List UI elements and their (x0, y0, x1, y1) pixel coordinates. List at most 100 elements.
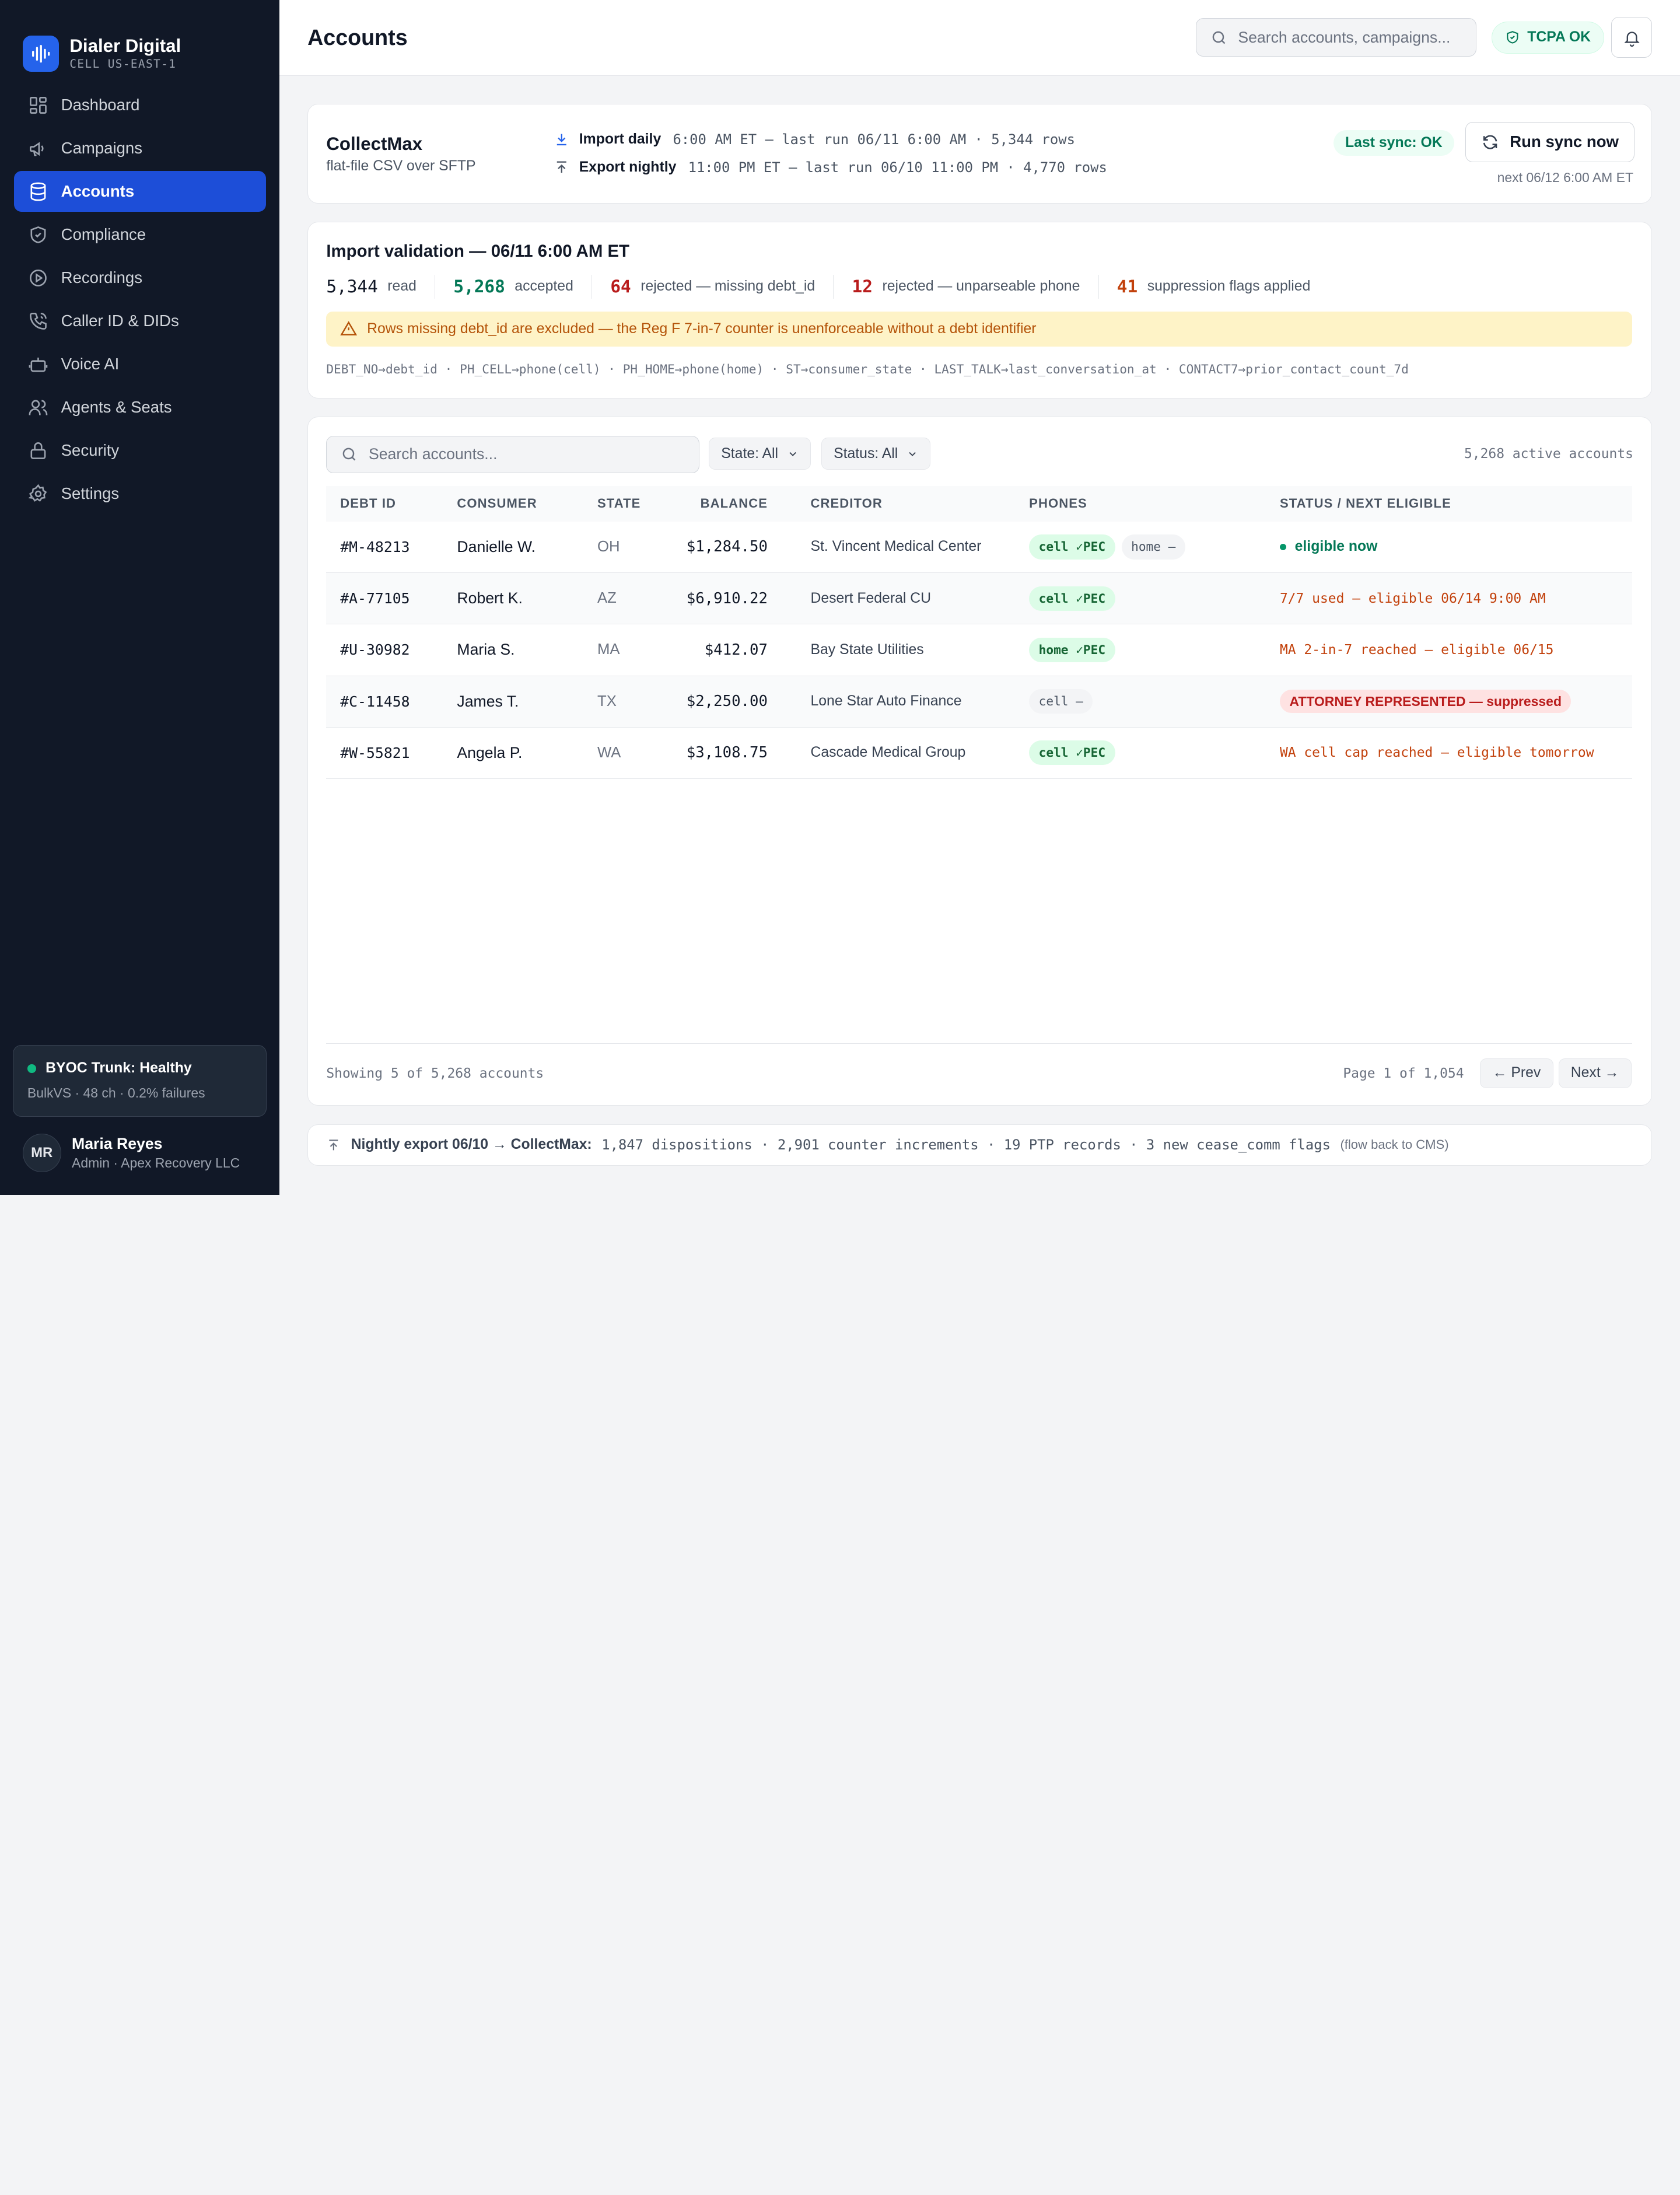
cell-balance: $3,108.75 (686, 744, 768, 762)
run-sync-label: Run sync now (1510, 132, 1619, 151)
cell-state: AZ (597, 590, 617, 607)
status-eligible: eligible now (1279, 539, 1618, 555)
global-search-placeholder: Search accounts, campaigns... (1238, 28, 1451, 46)
sidebar-item-campaigns[interactable]: Campaigns (14, 128, 266, 169)
sidebar-item-label: Voice AI (61, 354, 120, 373)
cell-debt-id[interactable]: #M-48213 (326, 522, 443, 573)
brand-title: Dialer Digital (69, 35, 181, 56)
warning-triangle-icon (340, 321, 358, 335)
cell-phones: cell ✓PEC home — (1015, 522, 1266, 573)
sidebar-item-recordings[interactable]: Recordings (14, 257, 266, 298)
state-filter-label: State: All (721, 445, 779, 462)
sidebar-item-dashboard[interactable]: Dashboard (14, 85, 266, 125)
table-row[interactable]: #U-30982 Maria S. MA $412.07 Bay State Utili… (326, 624, 1633, 676)
cell-debt-id[interactable]: #W-55821 (326, 727, 443, 778)
column-header-debt-id[interactable]: DEBT ID (326, 486, 443, 522)
sidebar-item-security[interactable]: Security (14, 430, 266, 471)
search-icon (1212, 31, 1225, 44)
status-filter-label: Status: All (834, 445, 898, 462)
cell-consumer: Angela P. (457, 743, 523, 761)
lock-icon (30, 442, 46, 459)
column-header-phones[interactable]: PHONES (1015, 486, 1266, 522)
status-text: 7/7 used — eligible 06/14 9:00 AM (1279, 590, 1546, 606)
stat-rejected-phone[interactable]: 12 rejected — unparseable phone (852, 275, 1099, 299)
import-detail: 6:00 AM ET — last run 06/11 6:00 AM · 5,… (673, 131, 1075, 148)
users-icon (29, 400, 48, 415)
column-header-state[interactable]: STATE (583, 486, 667, 522)
user-profile[interactable]: MR Maria Reyes Admin · Apex Recovery LLC (22, 1134, 240, 1173)
upload-icon (329, 1139, 338, 1151)
cell-balance: $1,284.50 (686, 538, 768, 556)
cell-phones: cell ✓PEC (1015, 573, 1266, 624)
run-sync-button[interactable]: Run sync now (1465, 121, 1634, 163)
stat-read: 5,344 read (326, 275, 436, 299)
search-icon (342, 448, 356, 461)
sidebar-item-label: Campaigns (61, 138, 143, 157)
sidebar-item-caller-id[interactable]: Caller ID & DIDs (14, 300, 266, 341)
stat-value: 64 (610, 277, 631, 297)
accounts-table: DEBT ID CONSUMER STATE BALANCE CREDITOR … (326, 485, 1633, 779)
export-summary-label: Nightly export 06/10 → CollectMax: (351, 1137, 592, 1153)
phone-icon (29, 312, 47, 330)
column-header-consumer[interactable]: CONSUMER (443, 486, 584, 522)
shield-check-icon (1506, 31, 1518, 44)
next-run-time: next 06/12 6:00 AM ET (1497, 170, 1633, 186)
megaphone-icon (29, 141, 44, 156)
field-mapping: DEBT_NO→debt_id · PH_CELL→phone(cell) · … (326, 361, 1409, 376)
tcpa-status-badge[interactable]: TCPA OK (1491, 21, 1605, 54)
avatar: MR (22, 1134, 61, 1173)
status-dot-icon (27, 1064, 36, 1073)
column-header-creditor[interactable]: CREDITOR (782, 486, 1015, 522)
sidebar-item-accounts[interactable]: Accounts (13, 171, 266, 212)
sidebar-nav: Dashboard Campaigns Accounts Compliance … (0, 85, 279, 516)
stat-suppression-flags[interactable]: 41 suppression flags applied (1117, 275, 1329, 298)
state-filter-dropdown[interactable]: State: All (709, 438, 811, 470)
next-page-button[interactable]: Next → (1558, 1058, 1632, 1089)
user-name: Maria Reyes (72, 1135, 163, 1153)
column-header-balance[interactable]: BALANCE (667, 486, 782, 522)
cell-status: eligible now (1266, 522, 1632, 573)
sidebar-item-voice-ai[interactable]: Voice AI (14, 344, 266, 385)
trunk-status-label: BYOC Trunk: Healthy (46, 1060, 192, 1076)
table-row[interactable]: #W-55821 Angela P. WA $3,108.75 Cascade Medi… (326, 727, 1633, 779)
cell-creditor: Desert Federal CU (810, 590, 932, 606)
sidebar-item-settings[interactable]: Settings (14, 473, 266, 514)
prev-page-button[interactable]: ← Prev (1480, 1058, 1553, 1089)
table-row[interactable]: #M-48213 Danielle W. OH $1,284.50 St. Vincen… (326, 522, 1633, 573)
grid-icon (29, 96, 47, 114)
stat-rejected-debt-id[interactable]: 64 rejected — missing debt_id (610, 275, 834, 299)
column-header-status[interactable]: STATUS / NEXT ELIGIBLE (1266, 486, 1632, 522)
user-role: Admin · Apex Recovery LLC (72, 1155, 240, 1171)
cell-state: OH (597, 538, 620, 555)
accounts-search-input[interactable]: Search accounts... (326, 435, 699, 473)
brand[interactable]: Dialer Digital CELL US-EAST-1 (0, 0, 279, 83)
main-area: Accounts Search accounts, campaigns... T… (279, 0, 1680, 1195)
shield-check-icon (30, 226, 46, 243)
cell-phones: cell ✓PEC (1015, 727, 1266, 778)
active-accounts-count: 5,268 active accounts (1464, 446, 1633, 462)
global-search-input[interactable]: Search accounts, campaigns... (1195, 18, 1476, 57)
trunk-status-title: BYOC Trunk: Healthy (27, 1060, 253, 1076)
status-filter-dropdown[interactable]: Status: All (821, 438, 931, 470)
notifications-button[interactable] (1611, 17, 1653, 58)
accounts-table-card: Search accounts... State: All Status: Al… (307, 417, 1653, 1106)
trunk-status-card[interactable]: BYOC Trunk: Healthy BulkVS · 48 ch · 0.2… (13, 1044, 267, 1117)
cell-debt-id[interactable]: #A-77105 (326, 573, 443, 624)
export-label: Export nightly (579, 159, 677, 175)
cell-debt-id[interactable]: #C-11458 (326, 676, 443, 727)
table-row[interactable]: #A-77105 Robert K. AZ $6,910.22 Desert Feder… (326, 572, 1633, 624)
cell-debt-id[interactable]: #U-30982 (326, 624, 443, 676)
table-row[interactable]: #C-11458 James T. TX $2,250.00 Lone Star Aut… (326, 676, 1633, 728)
sidebar-item-compliance[interactable]: Compliance (14, 214, 266, 255)
upload-icon (556, 161, 566, 173)
chevron-down-icon (909, 452, 916, 456)
cms-transport: flat-file CSV over SFTP (326, 158, 476, 174)
stat-value: 12 (852, 277, 873, 297)
stat-value: 5,268 (453, 277, 505, 297)
export-summary-note: (flow back to CMS) (1340, 1137, 1449, 1152)
cell-state: WA (597, 744, 621, 761)
sidebar-item-label: Security (61, 441, 120, 459)
sidebar-item-agents-seats[interactable]: Agents & Seats (14, 387, 266, 428)
status-text: MA 2-in-7 reached — eligible 06/15 (1279, 642, 1554, 658)
stat-label: accepted (514, 278, 573, 295)
